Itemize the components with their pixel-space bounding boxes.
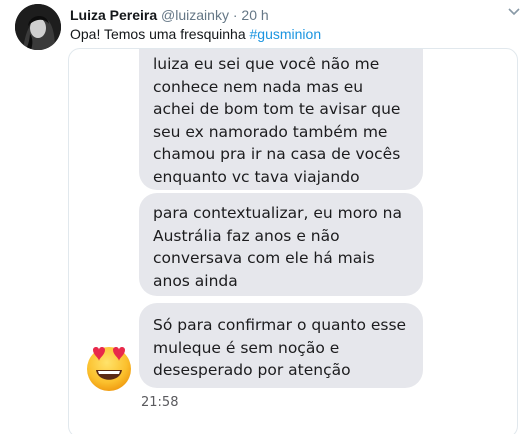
chat-bubble: para contextualizar, eu moro na Austráli… (139, 193, 423, 296)
avatar[interactable] (15, 4, 61, 50)
tweet-time[interactable]: 20 h (241, 7, 268, 23)
bubble-line: Austrália faz anos e não (153, 226, 340, 245)
tweet: Luiza Pereira @luizainky · 20 h Opa! Tem… (0, 0, 524, 434)
tweet-header: Luiza Pereira @luizainky · 20 h (70, 6, 269, 24)
tweet-text-body: Opa! Temos uma fresquinha (70, 26, 246, 42)
bubble-line: achei de bom tom te avisar que (153, 100, 401, 118)
bubble-line: para contextualizar, eu moro na (153, 204, 402, 222)
bubble-line: muleque é sem noção e (153, 338, 340, 357)
chat-bubble: luiza eu sei que você não me conhece nem… (139, 49, 423, 190)
hashtag-link[interactable]: #gusminion (250, 26, 322, 42)
tweet-text: Opa! Temos uma fresquinha #gusminion (70, 25, 321, 43)
bubble-line: luiza eu sei que você não me (153, 55, 380, 73)
bubble-line: anos ainda (153, 271, 238, 290)
message-timestamp: 21:58 (141, 395, 179, 410)
bubble-line: conhece nem nada mas eu (153, 77, 364, 96)
heart-eyes-emoji-icon (87, 347, 131, 391)
bubble-line: conversava com ele há mais (153, 249, 375, 267)
author-name[interactable]: Luiza Pereira (70, 7, 157, 23)
bubble-line: desesperado por atenção (153, 361, 351, 379)
separator-dot: · (232, 7, 238, 23)
chat-bubble: Só para confirmar o quanto esse muleque … (139, 303, 423, 388)
author-handle[interactable]: @luizainky (161, 7, 229, 23)
bubble-line: enquanto vc tava viajando (153, 167, 360, 186)
bubble-line: chamou pra ir na casa de vocês (153, 145, 401, 163)
bubble-line: seu ex namorado também me (153, 122, 388, 141)
tweet-media-screenshot[interactable]: luiza eu sei que você não me conhece nem… (68, 48, 518, 434)
chevron-down-icon[interactable] (508, 7, 520, 17)
avatar-photo (15, 4, 61, 50)
bubble-line: Só para confirmar o quanto esse (153, 316, 407, 334)
